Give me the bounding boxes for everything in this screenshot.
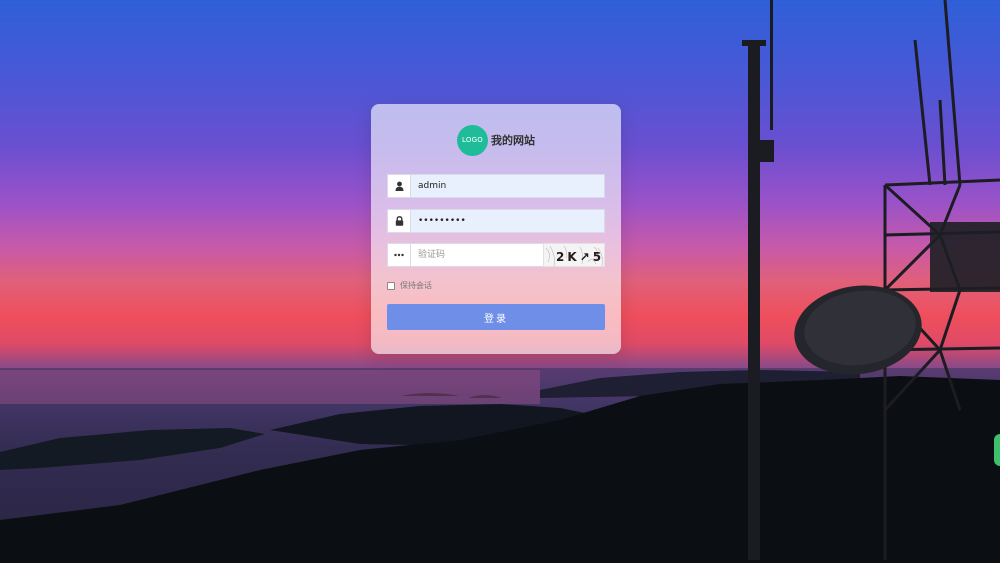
username-field: [387, 174, 605, 198]
password-input[interactable]: •••••••••: [411, 210, 604, 232]
user-icon: [388, 175, 411, 197]
password-field: •••••••••: [387, 209, 605, 233]
login-button[interactable]: 登录: [387, 304, 605, 330]
remember-checkbox[interactable]: [387, 281, 395, 290]
captcha-input[interactable]: [411, 244, 543, 266]
side-handle[interactable]: [994, 434, 1000, 466]
login-card: LOGO 我的网站 ••••••••• 2K↗5 保持会话 登录: [371, 104, 621, 354]
captcha-field: [387, 243, 544, 267]
remember-session[interactable]: 保持会话: [387, 280, 432, 291]
site-name: 我的网站: [491, 134, 535, 147]
captcha-image[interactable]: 2K↗5: [543, 243, 605, 267]
dots-icon: [388, 244, 411, 266]
remember-label: 保持会话: [400, 281, 432, 290]
site-logo: LOGO: [457, 124, 488, 156]
lock-icon: [388, 210, 411, 232]
captcha-text: 2K↗5: [556, 250, 604, 264]
brand: LOGO 我的网站: [457, 124, 535, 156]
username-input[interactable]: [411, 175, 604, 197]
